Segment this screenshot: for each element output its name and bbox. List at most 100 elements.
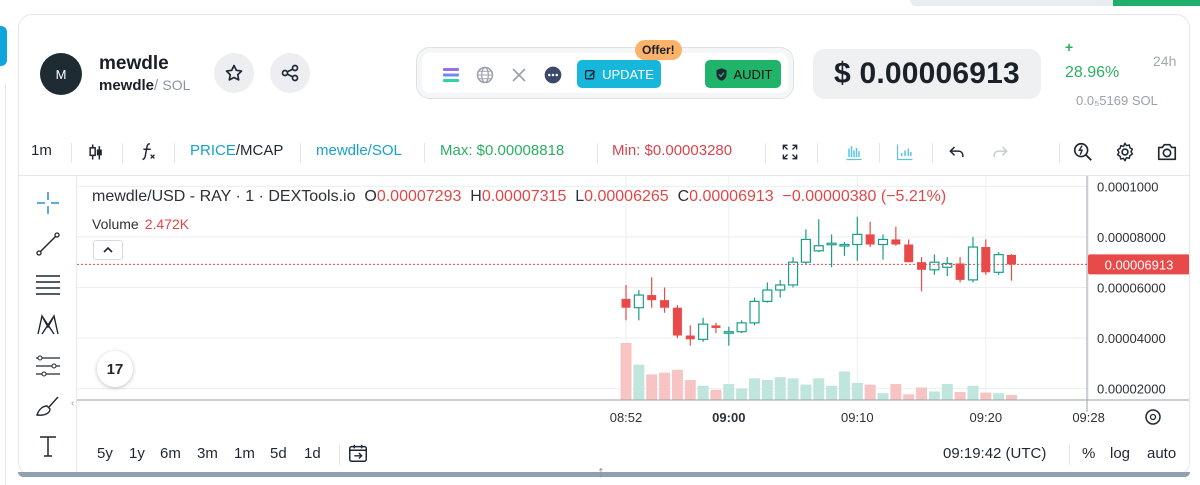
collapse-legend-button[interactable] [93,240,123,260]
website-link[interactable] [475,65,495,85]
range-5d[interactable]: 5d [270,445,287,462]
fullscreen-button[interactable] [777,139,803,165]
range-1d[interactable]: 1d [304,445,321,462]
candle-body [826,242,837,246]
toolbar-divider [300,143,301,163]
percent-scale-toggle[interactable]: % [1082,445,1095,462]
candle-body [865,234,875,245]
auto-scale-toggle[interactable]: auto [1147,445,1176,462]
toolbar-divider [932,143,933,163]
prediction-tool[interactable] [33,351,63,381]
volume-bar [671,369,683,400]
change-percent: 28.96% [1065,64,1120,81]
price-chart: 0.0001000 0.00008000 0.00006000 0.00004000 0… [77,176,1189,425]
volume-bar [1006,394,1017,400]
candle-body [1007,254,1016,265]
candle-body [981,247,991,273]
horizontal-lines-icon [36,275,60,295]
y-tick-label: 0.00002000 [1097,382,1166,397]
resize-arrows-icon[interactable]: ↕ [597,464,605,482]
candle-body [711,325,721,328]
expand-tools-caret[interactable]: ‹ [71,398,74,409]
trades-chart-button[interactable] [841,139,867,165]
fib-tool[interactable] [33,269,63,299]
volume-bar [813,378,825,400]
range-1m[interactable]: 1m [234,445,255,462]
x-tick-label: 09:28 [1072,410,1105,425]
candle-body [762,289,773,302]
indicators-button[interactable] [135,139,161,165]
volume-legend: Volume 2.472K [92,216,189,232]
range-5y[interactable]: 5y [97,445,113,462]
utc-clock[interactable]: 09:19:42 (UTC) [943,445,1046,462]
range-divider [339,445,340,465]
redo-button[interactable] [987,139,1013,165]
quick-search-button[interactable] [1070,139,1096,165]
undo-icon [949,146,964,157]
pattern-tool[interactable] [33,310,63,340]
share-button[interactable] [270,53,310,93]
brush-tool[interactable] [33,391,63,421]
price-label: PRICE [190,142,236,159]
solana-link[interactable] [441,65,461,85]
candles-icon [89,144,102,160]
candle-body [852,233,863,246]
candle-body [839,243,850,247]
y-tick-label: 0.00006000 [1097,280,1166,295]
axis-settings-dot [1149,413,1157,421]
settings-button[interactable] [1112,139,1138,165]
toolbar-divider [71,143,72,163]
candle-body [647,295,657,301]
range-1y[interactable]: 1y [129,445,145,462]
candle-body [993,254,1004,273]
more-links-button[interactable] [543,65,563,85]
more-dots-icon [544,66,562,84]
pair-select[interactable]: mewdle/SOL [316,142,402,159]
interval-select[interactable]: 1m [31,142,52,159]
y-tick-label: 0.00008000 [1097,230,1166,245]
audit-button[interactable]: AUDIT [705,60,781,88]
volume-bar [993,393,1005,400]
edit-icon [585,69,596,79]
trend-line-tool[interactable] [33,229,63,259]
candle-body [736,322,747,333]
update-button[interactable]: UPDATE [577,60,661,88]
social-links-panel: UPDATE Offer! AUDIT [416,40,794,99]
candle-body [891,239,901,245]
x-tick-label: 09:00 [712,410,745,425]
pair-quote: SOL [162,77,191,93]
range-3m[interactable]: 3m [197,445,218,462]
candle-body [787,261,799,286]
toolbar-divider [765,143,766,163]
shield-check-icon [716,67,726,81]
undo-button[interactable] [944,139,970,165]
volume-bar [749,378,760,400]
candle-type-button[interactable] [83,139,109,165]
histogram-icon [896,144,913,161]
legend-h-key: H [470,188,482,205]
gear-icon [1116,142,1134,162]
range-6m[interactable]: 6m [160,445,181,462]
legend-open: 0.00007293 [376,188,462,205]
toolbar-divider [122,143,123,163]
bar-chart-icon [846,146,862,161]
x-link[interactable] [509,65,529,85]
favorite-button[interactable] [214,53,254,93]
candle-body [813,245,824,252]
camera-icon [1157,143,1177,161]
pair-sep: / [154,77,159,94]
pair-base: mewdle [99,77,155,94]
redo-icon [993,146,1008,157]
crosshair-tool[interactable] [33,188,63,218]
candle-body [621,298,631,308]
log-scale-toggle[interactable]: log [1110,445,1130,462]
legend-change: −0.00000380 (−5.21%) [782,188,947,205]
y-tick-label: 0.00004000 [1097,331,1166,346]
price-mcap-toggle[interactable]: PRICE/MCAP [190,142,283,159]
date-range-button[interactable] [345,440,371,466]
volume-bar [864,384,876,400]
chart-card: M mewdle mewdle/ SOL UPDATE Offer! AUDIT [18,14,1190,476]
screenshot-button[interactable] [1154,139,1180,165]
candle-body [685,335,695,340]
volume-chart-button[interactable] [892,139,918,165]
